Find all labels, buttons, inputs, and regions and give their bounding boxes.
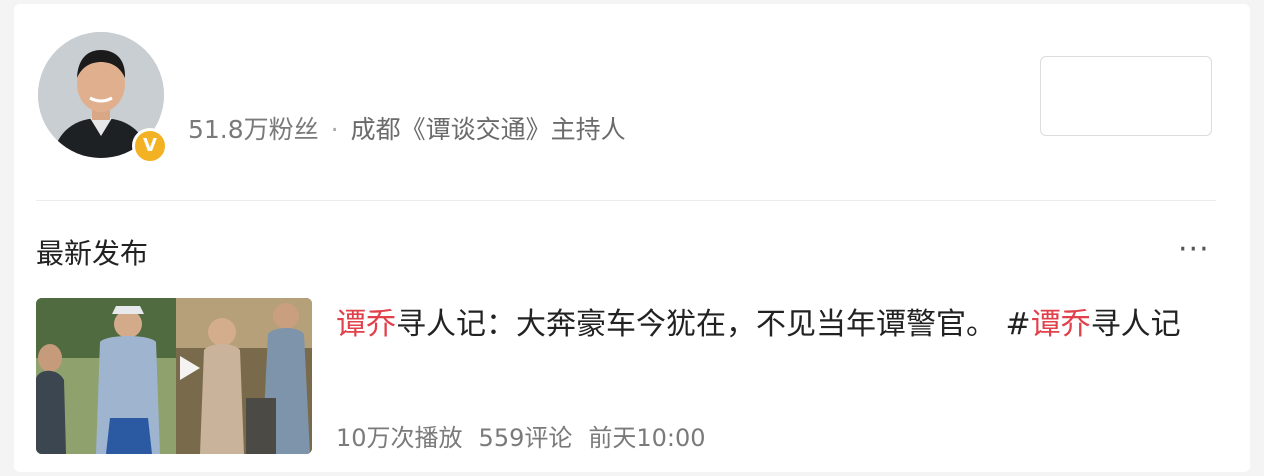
post-title-text: 寻人记：大奔豪车今犹在，不见当年谭警官。 #: [396, 307, 1031, 342]
meta-separator: ·: [330, 115, 339, 144]
profile-card: V 51.8万粉丝 · 成都《谭谈交通》主持人 最新发布 ··· 谭乔寻人记：大…: [14, 4, 1250, 472]
more-icon[interactable]: ···: [1178, 232, 1210, 267]
follow-button[interactable]: [1040, 56, 1212, 136]
profile-meta: 51.8万粉丝 · 成都《谭谈交通》主持人: [188, 110, 626, 146]
video-thumbnail[interactable]: [36, 298, 312, 454]
follower-count[interactable]: 51.8万粉丝: [188, 115, 319, 144]
post-stats: 10万次播放 559评论 前天10:00: [336, 418, 722, 453]
verified-icon: V: [132, 128, 168, 164]
play-count: 10万次播放: [336, 424, 463, 452]
post-title-text-end: 寻人记: [1090, 307, 1181, 342]
section-title: 最新发布: [36, 237, 149, 270]
post-time: 前天10:00: [588, 424, 706, 452]
divider: [36, 200, 1216, 201]
play-icon[interactable]: [180, 356, 200, 380]
post-keyword[interactable]: 谭乔: [336, 307, 396, 342]
comment-count[interactable]: 559评论: [479, 424, 573, 452]
profile-description: 成都《谭谈交通》主持人: [350, 115, 626, 144]
post-title[interactable]: 谭乔寻人记：大奔豪车今犹在，不见当年谭警官。 #谭乔寻人记: [336, 302, 1216, 348]
post-hashtag-keyword[interactable]: 谭乔: [1031, 307, 1091, 342]
